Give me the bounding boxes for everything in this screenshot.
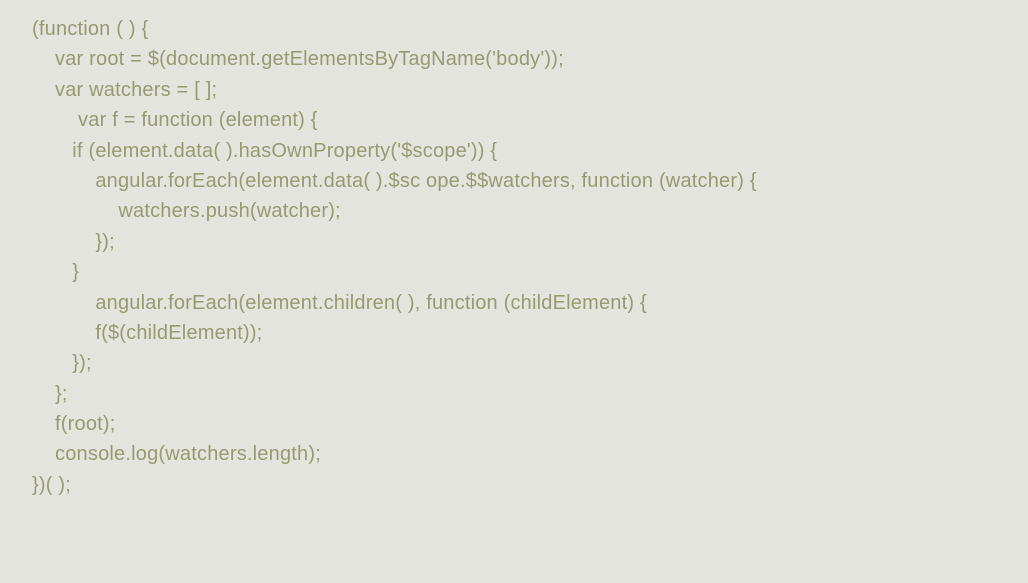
code-line: console.log(watchers.length); bbox=[32, 439, 1028, 469]
code-line: var f = function (element) { bbox=[32, 105, 1028, 135]
code-line: }); bbox=[32, 227, 1028, 257]
code-line: })( ); bbox=[32, 470, 1028, 500]
code-line: f(root); bbox=[32, 409, 1028, 439]
code-line: watchers.push(watcher); bbox=[32, 196, 1028, 226]
code-line: (function ( ) { bbox=[32, 14, 1028, 44]
code-line: f($(childElement)); bbox=[32, 318, 1028, 348]
code-line: var watchers = [ ]; bbox=[32, 75, 1028, 105]
code-line: }); bbox=[32, 348, 1028, 378]
code-line: if (element.data( ).hasOwnProperty('$sco… bbox=[32, 136, 1028, 166]
code-line: angular.forEach(element.data( ).$sc ope.… bbox=[32, 166, 1028, 196]
code-block: (function ( ) { var root = $(document.ge… bbox=[32, 14, 1028, 500]
code-line: angular.forEach(element.children( ), fun… bbox=[32, 288, 1028, 318]
code-line: var root = $(document.getElementsByTagNa… bbox=[32, 44, 1028, 74]
code-line: } bbox=[32, 257, 1028, 287]
code-line: }; bbox=[32, 379, 1028, 409]
